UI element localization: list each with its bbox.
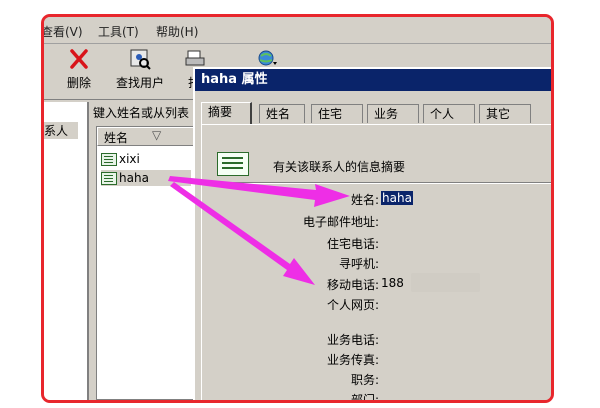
folder-pane: 系人: [44, 102, 89, 400]
field-label-name: 姓名:: [350, 193, 379, 207]
tab-label: 住宅: [318, 107, 343, 121]
tab-home[interactable]: 住宅: [311, 104, 363, 123]
divider: [195, 182, 551, 184]
delete-button[interactable]: 删除: [61, 48, 97, 91]
list-item[interactable]: xixi: [101, 151, 140, 167]
tab-name[interactable]: 姓名: [259, 104, 305, 123]
menu-bar: 查看(V) 工具(T) 帮助(H): [44, 17, 551, 44]
field-value-name: haha: [381, 191, 413, 205]
tab-label: 业务: [374, 107, 399, 121]
field-label-pager: 寻呼机:: [338, 257, 379, 271]
sort-arrow-icon: ▽: [152, 128, 162, 142]
search-hint: 键入姓名或从列表: [93, 106, 190, 120]
folder-item-label: 系人: [44, 124, 69, 138]
redacted-mask: [411, 273, 480, 292]
list-item[interactable]: haha: [101, 170, 191, 186]
tab-other[interactable]: 其它: [479, 104, 531, 123]
tab-label: 其它: [486, 107, 511, 121]
properties-dialog: haha 属性 摘要 姓名 住宅 业务 个人 其它 有关该联系人的信息摘要 姓名…: [193, 67, 551, 400]
tab-label: 个人: [430, 107, 455, 121]
field-label-business-fax: 业务传真:: [326, 353, 379, 367]
field-label-job-title: 职务:: [350, 373, 379, 387]
menu-tools[interactable]: 工具(T): [98, 23, 139, 40]
delete-icon: [70, 49, 88, 69]
field-value-mobile: 188: [381, 276, 404, 290]
field-label-business-phone: 业务电话:: [326, 333, 379, 347]
menu-help[interactable]: 帮助(H): [156, 23, 198, 40]
contact-list[interactable]: 姓名 ▽ xixi haha: [96, 126, 198, 400]
contact-card-icon: [101, 172, 117, 185]
tab-business[interactable]: 业务: [367, 104, 419, 123]
column-header-label: 姓名: [104, 131, 129, 145]
contact-card-icon: [217, 152, 249, 176]
tab-label: 姓名: [266, 107, 291, 121]
find-user-icon: [130, 49, 151, 70]
tab-summary[interactable]: 摘要: [201, 102, 252, 124]
field-label-mobile: 移动电话:: [326, 278, 379, 292]
field-label-email: 电子邮件地址:: [302, 215, 379, 229]
tab-label: 摘要: [208, 105, 233, 119]
summary-text: 有关该联系人的信息摘要: [273, 160, 406, 174]
delete-button-label: 删除: [66, 76, 91, 90]
field-label-home-phone: 住宅电话:: [326, 237, 379, 251]
tab-strip: 摘要 姓名 住宅 业务 个人 其它: [201, 102, 551, 124]
field-label-homepage: 个人网页:: [326, 298, 379, 312]
dialog-title: haha 属性: [195, 69, 551, 91]
contact-card-icon: [101, 153, 117, 166]
tab-personal[interactable]: 个人: [423, 104, 475, 123]
contact-name: haha: [119, 171, 149, 185]
column-header-name[interactable]: 姓名 ▽: [97, 127, 197, 146]
find-user-button[interactable]: 查找用户: [110, 48, 170, 91]
find-user-button-label: 查找用户: [115, 76, 164, 90]
selected-name: haha: [381, 191, 413, 205]
folder-item-contacts[interactable]: 系人: [44, 122, 78, 139]
menu-view[interactable]: 查看(V): [44, 23, 83, 40]
field-label-department: 部门:: [350, 393, 379, 403]
screenshot-frame: 查看(V) 工具(T) 帮助(H) 删除 查找用户 打: [41, 14, 554, 403]
contact-name: xixi: [119, 152, 140, 166]
